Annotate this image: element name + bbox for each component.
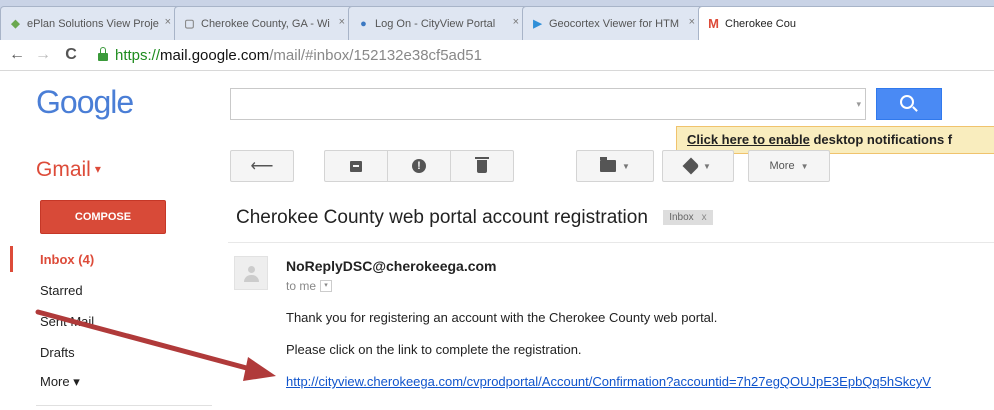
search-input[interactable]: ▾ [230, 88, 866, 120]
chevron-down-icon: ▼ [800, 161, 809, 171]
inbox-label-chip[interactable]: Inbox x [663, 210, 713, 225]
cityview-icon: ● [360, 17, 367, 30]
avatar [234, 256, 268, 290]
more-actions-button[interactable]: More ▼ [748, 150, 830, 182]
browser-tab-cherokee-county[interactable]: ▢ Cherokee County, GA - Wi × [174, 6, 354, 40]
labels-button[interactable]: ▼ [662, 150, 734, 182]
url-path: /mail/#inbox/152132e38cf5ad51 [269, 46, 482, 64]
eplan-icon: ◆ [11, 18, 20, 30]
browser-tab-geocortex[interactable]: ▶ Geocortex Viewer for HTM × [522, 6, 704, 40]
enable-notifications-link[interactable]: Click here to enable [687, 132, 810, 147]
show-details-caret-icon[interactable]: ▾ [320, 280, 333, 292]
tab-title: Cherokee County, GA - Wi [201, 17, 330, 30]
back-to-inbox-button[interactable]: ⟵ [230, 150, 294, 182]
browser-tab-eplan[interactable]: ◆ ePlan Solutions View Proje × [0, 6, 180, 40]
more-label: More [769, 160, 795, 172]
search-icon [900, 95, 914, 109]
forward-arrow-icon[interactable]: → [34, 46, 52, 64]
browser-toolbar: ← → C https:// mail.google.com /mail/#in… [0, 40, 994, 71]
archive-button[interactable] [324, 150, 388, 182]
search-options-caret-icon[interactable]: ▾ [856, 99, 861, 110]
search-button[interactable] [876, 88, 942, 120]
tab-close-icon[interactable]: × [513, 16, 519, 28]
gmail-menu[interactable]: Gmail ▾ [36, 158, 101, 182]
tab-title: Geocortex Viewer for HTM [549, 17, 680, 30]
back-arrow-icon[interactable]: ← [8, 46, 26, 64]
sidebar-item-drafts[interactable]: Drafts [40, 345, 75, 360]
tab-close-icon[interactable]: × [689, 16, 695, 28]
chevron-down-icon: ▼ [703, 161, 711, 171]
url-scheme: https:// [115, 46, 161, 64]
logo-text: Google [36, 84, 134, 120]
url-host: mail.google.com [160, 46, 270, 64]
folder-icon [600, 157, 617, 172]
google-logo[interactable]: Google [36, 84, 134, 121]
sidebar-item-inbox[interactable]: Inbox (4) [40, 252, 94, 267]
tab-title: Cherokee Cou [725, 17, 796, 30]
back-arrow-icon: ⟵ [250, 158, 274, 175]
message-body-line: Thank you for registering an account wit… [286, 310, 718, 325]
message-divider [228, 242, 994, 243]
page-icon: ▢ [184, 18, 195, 30]
sidebar-item-sent-mail[interactable]: Sent Mail [40, 314, 94, 329]
label-tag-icon [682, 157, 700, 175]
sender-address[interactable]: NoReplyDSC@cherokeega.com [286, 258, 497, 274]
remove-label-icon[interactable]: x [702, 212, 707, 223]
tab-title: ePlan Solutions View Proje [27, 17, 159, 30]
recipient-text: to me [286, 279, 317, 293]
active-folder-marker [10, 246, 13, 272]
message-body-line: Please click on the link to complete the… [286, 342, 582, 357]
browser-tab-cityview[interactable]: ● Log On - CityView Portal × [348, 6, 528, 40]
chevron-down-icon: ▼ [622, 161, 630, 171]
sidebar-divider [36, 405, 212, 406]
notification-text: desktop notifications f [809, 132, 953, 147]
chevron-down-icon: ▾ [94, 162, 101, 176]
chip-label: Inbox [669, 212, 694, 223]
browser-tab-gmail-active[interactable]: M Cherokee Cou [698, 6, 994, 40]
compose-label: COMPOSE [74, 211, 132, 223]
compose-button[interactable]: COMPOSE [40, 200, 166, 234]
report-spam-button[interactable]: ! [387, 150, 451, 182]
report-spam-icon: ! [412, 159, 426, 173]
subject-text: Cherokee County web portal account regis… [236, 207, 648, 228]
annotation-arrowhead [243, 357, 276, 381]
message-subject: Cherokee County web portal account regis… [236, 207, 713, 229]
delete-button[interactable] [450, 150, 514, 182]
trash-icon [475, 156, 489, 173]
sidebar-item-starred[interactable]: Starred [40, 283, 83, 298]
lock-icon [98, 47, 108, 61]
tab-close-icon[interactable]: × [339, 16, 345, 28]
confirmation-link[interactable]: http://cityview.cherokeega.com/cvprodpor… [286, 374, 994, 389]
sidebar-item-more[interactable]: More ▾ [40, 374, 80, 390]
archive-icon [350, 160, 362, 172]
gmail-label-text: Gmail [36, 158, 91, 181]
geocortex-icon: ▶ [533, 18, 542, 30]
tab-close-icon[interactable]: × [165, 16, 171, 28]
tab-title: Log On - CityView Portal [375, 17, 496, 30]
browser-tab-strip: ◆ ePlan Solutions View Proje × ▢ Cheroke… [0, 0, 994, 40]
reload-icon[interactable]: C [62, 46, 80, 64]
gmail-m-icon: M [708, 16, 719, 31]
recipient-line: to me ▾ [286, 279, 333, 293]
address-bar[interactable]: https:// mail.google.com /mail/#inbox/15… [98, 44, 978, 66]
move-to-button[interactable]: ▼ [576, 150, 654, 182]
